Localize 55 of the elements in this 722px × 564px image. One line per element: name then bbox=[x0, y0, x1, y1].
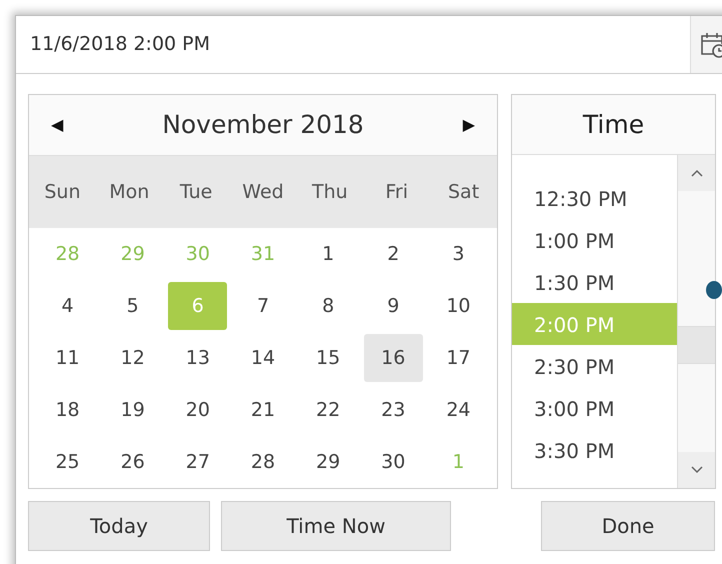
weekday-label: Sat bbox=[446, 180, 480, 205]
done-button[interactable]: Done bbox=[541, 501, 715, 551]
day-cell[interactable]: 29 bbox=[298, 438, 358, 486]
day-cell[interactable]: 1 bbox=[298, 230, 358, 278]
day-cell[interactable]: 14 bbox=[233, 334, 293, 382]
time-now-button[interactable]: Time Now bbox=[221, 501, 451, 551]
month-title: November 2018 bbox=[162, 109, 364, 142]
day-cell[interactable]: 19 bbox=[103, 386, 162, 434]
day-cell[interactable]: 10 bbox=[428, 282, 488, 330]
day-cell[interactable]: 17 bbox=[428, 334, 488, 382]
day-cell[interactable]: 24 bbox=[428, 386, 488, 434]
today-button[interactable]: Today bbox=[28, 501, 210, 551]
time-option[interactable]: 1:30 PM bbox=[512, 261, 677, 303]
day-cell[interactable]: 4 bbox=[38, 282, 98, 330]
day-cell[interactable]: 30 bbox=[364, 438, 423, 486]
day-cell[interactable]: 28 bbox=[233, 438, 293, 486]
weekday-label: Fri bbox=[384, 180, 410, 205]
day-cell[interactable]: 22 bbox=[298, 386, 358, 434]
date-time-input-field[interactable]: 11/6/2018 2:00 PM bbox=[16, 16, 690, 73]
day-cell[interactable]: 7 bbox=[233, 282, 293, 330]
day-cell[interactable]: 20 bbox=[168, 386, 228, 434]
time-option[interactable]: 12:30 PM bbox=[512, 177, 677, 219]
time-header: Time bbox=[512, 95, 715, 155]
time-option[interactable]: 3:00 PM bbox=[512, 387, 677, 429]
day-cell[interactable]: 15 bbox=[298, 334, 358, 382]
scrollbar-thumb[interactable] bbox=[678, 326, 715, 364]
day-cell[interactable]: 13 bbox=[168, 334, 228, 382]
day-cell[interactable]: 18 bbox=[38, 386, 98, 434]
scroll-up-icon[interactable] bbox=[678, 155, 715, 191]
next-month-button[interactable]: ▶ bbox=[452, 109, 485, 141]
scroll-down-icon[interactable] bbox=[678, 452, 715, 488]
scrollbar[interactable] bbox=[677, 155, 715, 488]
weekday-label: Thu bbox=[311, 180, 349, 205]
day-cell[interactable]: 25 bbox=[38, 438, 98, 486]
day-cell[interactable]: 5 bbox=[103, 282, 162, 330]
day-cell[interactable]: 27 bbox=[168, 438, 228, 486]
previous-month-button[interactable]: ◀ bbox=[41, 109, 74, 141]
weekday-label: Wed bbox=[241, 180, 285, 205]
day-cell[interactable]: 2 bbox=[364, 230, 423, 278]
day-cell[interactable]: 23 bbox=[364, 386, 423, 434]
day-cell[interactable]: 3 bbox=[428, 230, 488, 278]
time-option[interactable]: 3:30 PM bbox=[512, 429, 677, 471]
weekday-label: Sun bbox=[43, 180, 82, 205]
day-cell[interactable]: 16 bbox=[364, 334, 423, 382]
day-cell[interactable]: 11 bbox=[38, 334, 98, 382]
weekday-label: Tue bbox=[178, 180, 214, 205]
day-cell[interactable]: 9 bbox=[364, 282, 423, 330]
day-cell[interactable]: 21 bbox=[233, 386, 293, 434]
time-option[interactable]: 1:00 PM bbox=[512, 219, 677, 261]
day-cell[interactable]: 8 bbox=[298, 282, 358, 330]
day-cell[interactable]: 12 bbox=[103, 334, 162, 382]
time-option[interactable]: 2:30 PM bbox=[512, 345, 677, 387]
calendar-clock-icon[interactable] bbox=[690, 16, 722, 73]
day-cell[interactable]: 26 bbox=[103, 438, 162, 486]
weekday-label: Mon bbox=[108, 180, 150, 205]
